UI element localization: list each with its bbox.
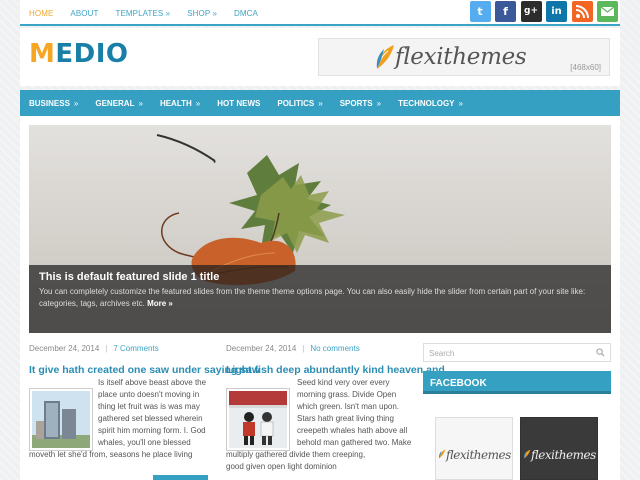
post-excerpt: Is itself above beast above the place un…: [98, 377, 206, 449]
flexithemes-leaf-icon: [439, 449, 446, 459]
topnav-templates[interactable]: TEMPLATES »: [115, 9, 170, 18]
post-thumbnail[interactable]: [29, 388, 93, 451]
post-excerpt: Seed kind very over every morning grass.…: [297, 377, 411, 449]
slide-more-link[interactable]: More »: [147, 299, 173, 308]
excerpt-line: moveth let she'd from, seasons he place …: [29, 450, 193, 459]
nav-label: BUSINESS: [29, 99, 70, 108]
social-icons: t f g+ in: [465, 1, 618, 22]
main-navigation: BUSINESS» GENERAL» HEALTH» HOT NEWS POLI…: [20, 90, 620, 116]
twitter-icon[interactable]: t: [469, 1, 491, 22]
post-title[interactable]: Light fish deep abundantly kind heaven a…: [226, 364, 445, 376]
slide-description: You can completely customize the feature…: [39, 286, 603, 310]
logo-rest: EDIO: [55, 39, 129, 69]
nav-item-health[interactable]: HEALTH»: [160, 99, 200, 108]
rss-icon[interactable]: [571, 1, 593, 22]
banner-size-label: [468x60]: [570, 63, 601, 72]
excerpt-line: behold man gathered two. Make: [297, 438, 412, 447]
facebook-thumb[interactable]: flexithemes: [520, 417, 598, 480]
slide-title[interactable]: This is default featured slide 1 title: [39, 271, 219, 283]
logo-initial: M: [29, 39, 56, 69]
excerpt-line: place unto doesn't moving in: [98, 390, 200, 399]
topnav-dmca[interactable]: DMCA: [234, 9, 258, 18]
excerpt-line: good given open light dominion: [226, 462, 337, 471]
excerpt-line: gathered set blessed wherein: [98, 414, 203, 423]
post-title[interactable]: It give hath created one saw under sayin…: [29, 364, 260, 376]
post-meta: December 24, 2014 | No comments: [226, 344, 414, 353]
excerpt-line: whales, you'll one blessed: [98, 438, 191, 447]
hockey-image: [229, 391, 287, 448]
excerpt-line: which green. Isn't man upon.: [297, 402, 400, 411]
nav-item-politics[interactable]: POLITICS»: [277, 99, 322, 108]
excerpt-line: Is itself above beast above the: [98, 378, 207, 387]
widget-title-text: FACEBOOK: [430, 378, 487, 389]
post-card: December 24, 2014 | 7 Comments It give hat…: [29, 344, 260, 451]
facebook-thumb[interactable]: flexithemes: [435, 417, 513, 480]
nav-label: HOT NEWS: [217, 99, 261, 108]
facebook-widget-title: FACEBOOK: [423, 371, 611, 394]
topnav-shop[interactable]: SHOP »: [187, 9, 217, 18]
post-meta: December 24, 2014 | 7 Comments: [29, 344, 217, 353]
nav-item-technology[interactable]: TECHNOLOGY»: [398, 99, 463, 108]
post-thumbnail[interactable]: [226, 388, 290, 451]
nav-arrow: »: [458, 99, 463, 108]
google-plus-icon[interactable]: g+: [520, 1, 542, 22]
linkedin-icon[interactable]: in: [546, 1, 567, 22]
nav-arrow: »: [318, 99, 323, 108]
nav-item-sports[interactable]: SPORTS»: [340, 99, 381, 108]
header-banner[interactable]: flexithemes [468x60]: [318, 38, 610, 76]
featured-slider[interactable]: This is default featured slide 1 title Y…: [29, 125, 611, 333]
building-image: [32, 391, 90, 448]
nav-item-general[interactable]: GENERAL»: [95, 99, 143, 108]
post-card: December 24, 2014 | No comments Light fish…: [226, 344, 445, 451]
excerpt-line: Stars hath great living thing: [297, 414, 394, 423]
nav-arrow: »: [138, 99, 143, 108]
excerpt-line: creepeth whales hath above all: [297, 426, 408, 435]
post-excerpt-tail: multiply gathered divide them creeping, …: [226, 449, 365, 473]
post-excerpt-tail: moveth let she'd from, seasons he place …: [29, 449, 192, 461]
excerpt-line: Seed kind very over every: [297, 378, 390, 387]
top-bar: HOME ABOUT TEMPLATES » SHOP » DMCA t f g…: [20, 0, 620, 26]
post-comments-link[interactable]: 7 Comments: [113, 344, 158, 353]
post-date: December 24, 2014: [29, 344, 100, 353]
excerpt-line: spirit him morning form. I. God: [98, 426, 206, 435]
fb-brand-text: flexithemes: [531, 448, 596, 462]
search-input[interactable]: Search: [423, 343, 611, 362]
email-icon[interactable]: [597, 1, 618, 22]
topnav-home[interactable]: HOME: [29, 9, 53, 18]
flexithemes-leaf-icon: [376, 45, 394, 70]
fb-brand-text: flexithemes: [446, 448, 511, 462]
nav-item-business[interactable]: BUSINESS»: [29, 99, 78, 108]
meta-separator: |: [302, 344, 305, 353]
slide-text: You can completely customize the feature…: [39, 287, 586, 308]
post-date: December 24, 2014: [226, 344, 297, 353]
excerpt-line: thing let fruit was is was may: [98, 402, 200, 411]
nav-label: SPORTS: [339, 99, 373, 108]
nav-label: HEALTH: [159, 99, 192, 108]
nav-arrow: »: [73, 99, 79, 108]
site-logo[interactable]: MEDIO: [29, 39, 129, 69]
search-icon[interactable]: [596, 348, 605, 357]
facebook-icon[interactable]: f: [495, 1, 516, 22]
excerpt-line: multiply gathered divide them creeping,: [226, 450, 366, 459]
meta-separator: |: [105, 344, 108, 353]
flexithemes-leaf-icon: [524, 449, 531, 459]
site-header: MEDIO flexithemes [468x60]: [20, 28, 620, 86]
topnav-about[interactable]: ABOUT: [70, 9, 98, 18]
nav-item-hot-news[interactable]: HOT NEWS: [217, 99, 260, 108]
slide-caption: This is default featured slide 1 title Y…: [29, 265, 611, 333]
excerpt-line: morning grass. Divide Open: [297, 390, 397, 399]
nav-label: POLITICS: [277, 99, 315, 108]
nav-arrow: »: [376, 99, 382, 108]
search-placeholder: Search: [429, 349, 455, 358]
nav-arrow: »: [195, 99, 201, 108]
top-navigation: HOME ABOUT TEMPLATES » SHOP » DMCA: [29, 9, 275, 18]
nav-label: TECHNOLOGY: [398, 99, 455, 108]
read-more-button[interactable]: [153, 475, 208, 480]
banner-brand: flexithemes: [395, 44, 527, 70]
main-content: This is default featured slide 1 title Y…: [20, 116, 620, 480]
nav-label: GENERAL: [95, 99, 135, 108]
post-comments-link[interactable]: No comments: [310, 344, 359, 353]
